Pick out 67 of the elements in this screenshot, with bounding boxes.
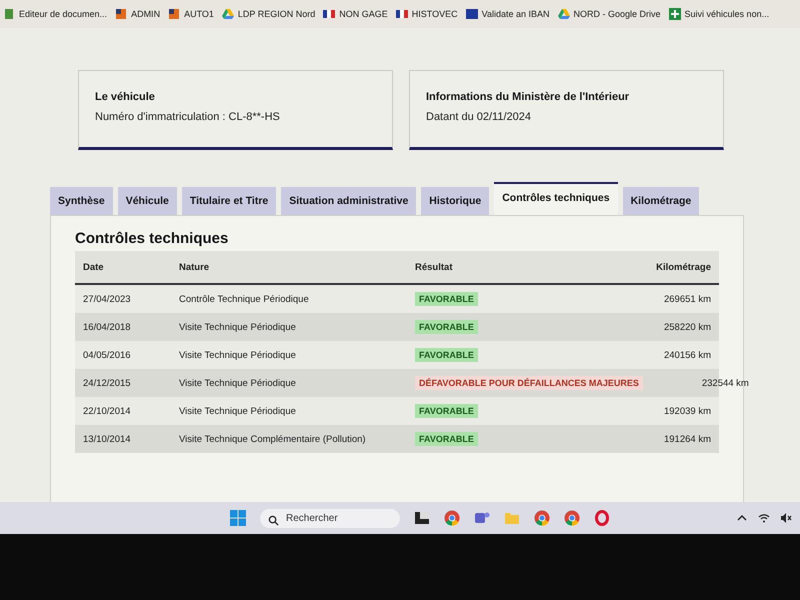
flag-icon <box>396 8 408 20</box>
windows-icon[interactable] <box>230 510 246 526</box>
card-title: Informations du Ministère de l'Intérieur <box>426 91 630 103</box>
result-badge: FAVORABLE <box>415 432 478 446</box>
table-cell-text: 04/05/2016 <box>82 350 132 360</box>
bookmark-link[interactable]: LDP REGION Nord <box>222 8 316 20</box>
table-cell-text: Visite Technique Périodique <box>178 350 297 360</box>
table-cell-text: Visite Technique Périodique <box>178 322 297 332</box>
table-cell-text: 240156 km <box>662 350 712 360</box>
table-cell-text: 258220 km <box>662 322 712 332</box>
card-text: Numéro d'immatriculation : CL-8**-HS <box>95 111 281 123</box>
search-field[interactable]: Rechercher <box>260 508 400 528</box>
tab[interactable]: Historique <box>421 187 490 215</box>
table-cell-text: Contrôle Technique Périodique <box>178 294 310 304</box>
triangle-icon <box>558 8 570 20</box>
table-cell-text: Visite Technique Périodique <box>178 406 297 416</box>
tab[interactable]: Véhicule <box>118 187 177 215</box>
wifi-icon[interactable] <box>758 512 770 524</box>
column-header: Nature <box>178 262 210 272</box>
table-cell-text: 191264 km <box>662 434 712 444</box>
tab[interactable]: Contrôles techniques <box>494 182 618 215</box>
table-cell-text: 27/04/2023 <box>82 294 132 304</box>
result-badge: FAVORABLE <box>415 320 478 334</box>
tab[interactable]: Titulaire et Titre <box>182 187 276 215</box>
tab[interactable]: Synthèse <box>50 187 113 215</box>
result-badge: FAVORABLE <box>415 404 478 418</box>
ring-icon[interactable] <box>594 510 610 526</box>
square-icon <box>115 8 128 20</box>
table-cell-text: 232544 km <box>700 378 750 388</box>
column-header: Résultat <box>414 262 454 272</box>
table-cell-text: 13/10/2014 <box>82 434 132 444</box>
bookmark-link[interactable]: NON GAGE <box>323 8 388 20</box>
table-cell-text: Visite Technique Périodique <box>178 378 297 388</box>
result-badge: DÉFAVORABLE POUR DÉFAILLANCES MAJEURES <box>415 376 643 390</box>
table-cell-text: 24/12/2015 <box>82 378 132 388</box>
card-title: Le véhicule <box>95 91 156 103</box>
bookmark-link[interactable]: Editeur de documen... <box>3 8 108 20</box>
tab[interactable]: Kilométrage <box>622 187 700 215</box>
table-cell-text: 269651 km <box>662 294 712 304</box>
search-icon <box>268 514 279 526</box>
bookmark-link[interactable]: HISTOVEC <box>396 8 458 20</box>
bookmark-link[interactable]: AUTO1 <box>168 8 214 20</box>
bookmark-link[interactable]: ADMIN <box>115 8 160 20</box>
bookmark-link[interactable]: Validate an IBAN <box>466 8 550 20</box>
document-icon <box>3 8 15 20</box>
column-header: Kilométrage <box>655 262 712 272</box>
table-cell-text: Visite Technique Complémentaire (Pollution) <box>178 434 367 444</box>
window-icon[interactable] <box>414 510 430 526</box>
section-title: Contrôles techniques <box>75 230 230 247</box>
browser-icon[interactable] <box>444 510 460 526</box>
result-badge: FAVORABLE <box>415 348 478 362</box>
result-badge: FAVORABLE <box>415 292 478 306</box>
column-header: Date <box>82 262 105 272</box>
browser-icon[interactable] <box>564 510 580 526</box>
table-cell-text: 16/04/2018 <box>82 322 132 332</box>
browser-icon[interactable] <box>534 510 550 526</box>
card-text: Datant du 02/11/2024 <box>426 111 532 123</box>
muted-speaker-icon[interactable] <box>780 512 792 524</box>
plus-icon <box>668 8 681 20</box>
bookmark-link[interactable]: Suivi véhicules non... <box>668 8 770 20</box>
bookmark-link[interactable]: NORD - Google Drive <box>558 8 661 20</box>
flag-icon <box>323 8 336 20</box>
tab[interactable]: Situation administrative <box>281 187 416 215</box>
square-icon <box>168 8 180 20</box>
table-cell-text: 192039 km <box>662 406 712 416</box>
table-cell-text: 22/10/2014 <box>82 406 132 416</box>
triangle-icon <box>222 8 234 20</box>
